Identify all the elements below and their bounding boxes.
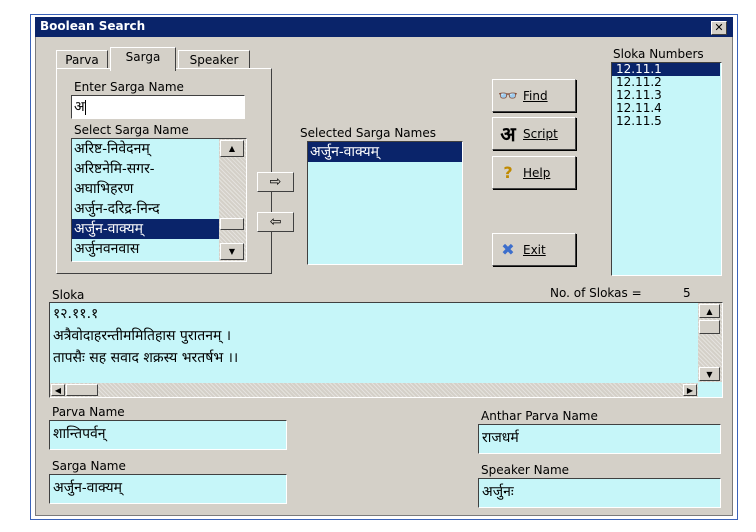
tab-sarga[interactable]: Sarga [110, 47, 176, 71]
scroll-up-arrow-icon[interactable]: ▲ [220, 140, 244, 157]
parva-name-field[interactable]: शान्तिपर्वन् [49, 420, 287, 450]
add-arrow-button[interactable]: ⇨ [257, 172, 294, 192]
sloka-line: १२.११.१ [53, 306, 99, 322]
sloka-numbers-label: Sloka Numbers [613, 47, 704, 61]
find-button-label: Find [523, 88, 548, 103]
speaker-name-value: अर्जुनः [482, 484, 514, 500]
parva-name-value: शान्तिपर्वन् [53, 426, 106, 442]
enter-sarga-label: Enter Sarga Name [74, 80, 184, 94]
close-button[interactable]: ✕ [711, 21, 727, 35]
help-icon: ? [503, 163, 513, 182]
sloka-horizontal-scrollbar[interactable] [50, 383, 698, 397]
tab-speaker[interactable]: Speaker [178, 50, 250, 70]
sarga-name-field[interactable]: अर्जुन-वाक्यम् [49, 474, 287, 504]
sloka-line: तापसैः सह सवाद शक्रस्य भरतर्षभ ।। [53, 350, 239, 366]
select-sarga-label: Select Sarga Name [74, 123, 189, 137]
sloka-count-label: No. of Slokas = [550, 286, 642, 300]
list-item-selected[interactable]: अर्जुन-वाक्यम् [72, 219, 220, 239]
sloka-label: Sloka [52, 288, 85, 302]
tab-parva[interactable]: Parva [56, 50, 108, 70]
find-button[interactable]: 👓 Find [492, 79, 576, 112]
exit-button[interactable]: ✖ Exit [492, 233, 576, 266]
binoculars-icon: 👓 [498, 86, 518, 105]
scroll-down-arrow-icon[interactable]: ▼ [699, 367, 720, 381]
exit-button-label: Exit [523, 242, 546, 257]
help-button[interactable]: ? Help [492, 156, 576, 189]
scroll-down-arrow-icon[interactable]: ▼ [220, 243, 244, 260]
script-button[interactable]: अ Script [492, 117, 576, 150]
list-item-selected[interactable]: अर्जुन-वाक्यम् [308, 142, 462, 162]
scroll-thumb[interactable] [220, 218, 244, 230]
anthar-parva-name-value: राजधर्म [482, 430, 519, 446]
scroll-right-arrow-icon[interactable]: ▶ [683, 384, 697, 396]
sloka-numbers-listbox[interactable]: 12.11.1 12.11.2 12.11.3 12.11.4 12.11.5 [611, 62, 722, 276]
remove-arrow-button[interactable]: ⇦ [257, 212, 294, 232]
sarga-name-input-value: अ [74, 99, 85, 115]
selected-sarga-label: Selected Sarga Names [300, 126, 436, 140]
speaker-name-label: Speaker Name [481, 463, 570, 477]
sarga-name-label: Sarga Name [52, 459, 126, 473]
window-title: Boolean Search [40, 19, 146, 33]
sarga-name-value: अर्जुन-वाक्यम् [53, 480, 122, 496]
help-button-label: Help [523, 165, 551, 180]
script-button-label: Script [523, 126, 558, 141]
text-cursor [84, 100, 86, 115]
speaker-name-field[interactable]: अर्जुनः [478, 478, 721, 508]
parva-name-label: Parva Name [52, 405, 125, 419]
scroll-thumb[interactable] [66, 384, 98, 396]
anthar-parva-name-label: Anthar Parva Name [481, 409, 598, 423]
sarga-name-input[interactable]: अ [71, 95, 245, 119]
sloka-line: अत्रैवोदाहरन्तीममितिहास पुरातनम् । [53, 328, 232, 344]
scroll-up-arrow-icon[interactable]: ▲ [699, 304, 720, 318]
selected-sarga-listbox[interactable]: अर्जुन-वाक्यम् [307, 141, 463, 265]
anthar-parva-name-field[interactable]: राजधर्म [478, 424, 721, 454]
scroll-thumb[interactable] [699, 320, 720, 334]
scroll-left-arrow-icon[interactable]: ◀ [51, 384, 65, 396]
exit-icon: ✖ [501, 240, 515, 259]
script-icon: अ [500, 122, 516, 146]
list-item[interactable]: 12.11.5 [612, 115, 721, 128]
sloka-count-value: 5 [683, 286, 691, 300]
